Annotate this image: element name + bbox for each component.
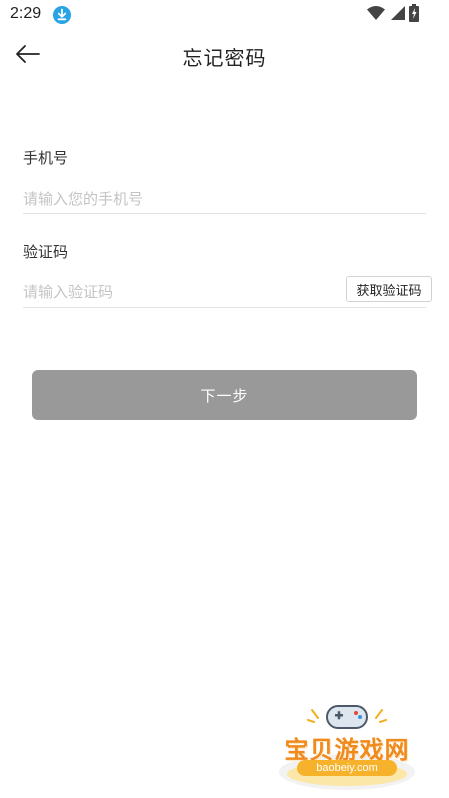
watermark-logo: 宝贝游戏网 baobeiy.com — [272, 700, 422, 795]
get-code-button[interactable]: 获取验证码 — [346, 276, 432, 302]
battery-icon — [409, 4, 419, 26]
code-input[interactable] — [23, 280, 338, 304]
phone-label: 手机号 — [23, 149, 69, 167]
wifi-icon — [367, 5, 385, 25]
forgot-password-screen: 2:29 忘记密码 手机号 请输入您的手机号 验证码 请输入验证码 获取验证码 … — [0, 0, 449, 798]
status-icons — [367, 4, 419, 26]
next-button[interactable]: 下一步 — [32, 370, 417, 420]
header: 忘记密码 — [0, 30, 449, 78]
code-divider — [23, 307, 426, 308]
status-bar: 2:29 — [0, 0, 449, 30]
phone-divider — [23, 213, 426, 214]
code-label: 验证码 — [23, 243, 69, 261]
watermark-url: baobeiy.com — [297, 760, 397, 776]
phone-input[interactable] — [23, 187, 423, 211]
download-icon — [52, 5, 72, 25]
page-title: 忘记密码 — [182, 46, 267, 70]
gamepad-icon — [326, 705, 368, 729]
status-time: 2:29 — [10, 5, 42, 22]
signal-icon — [389, 5, 405, 25]
